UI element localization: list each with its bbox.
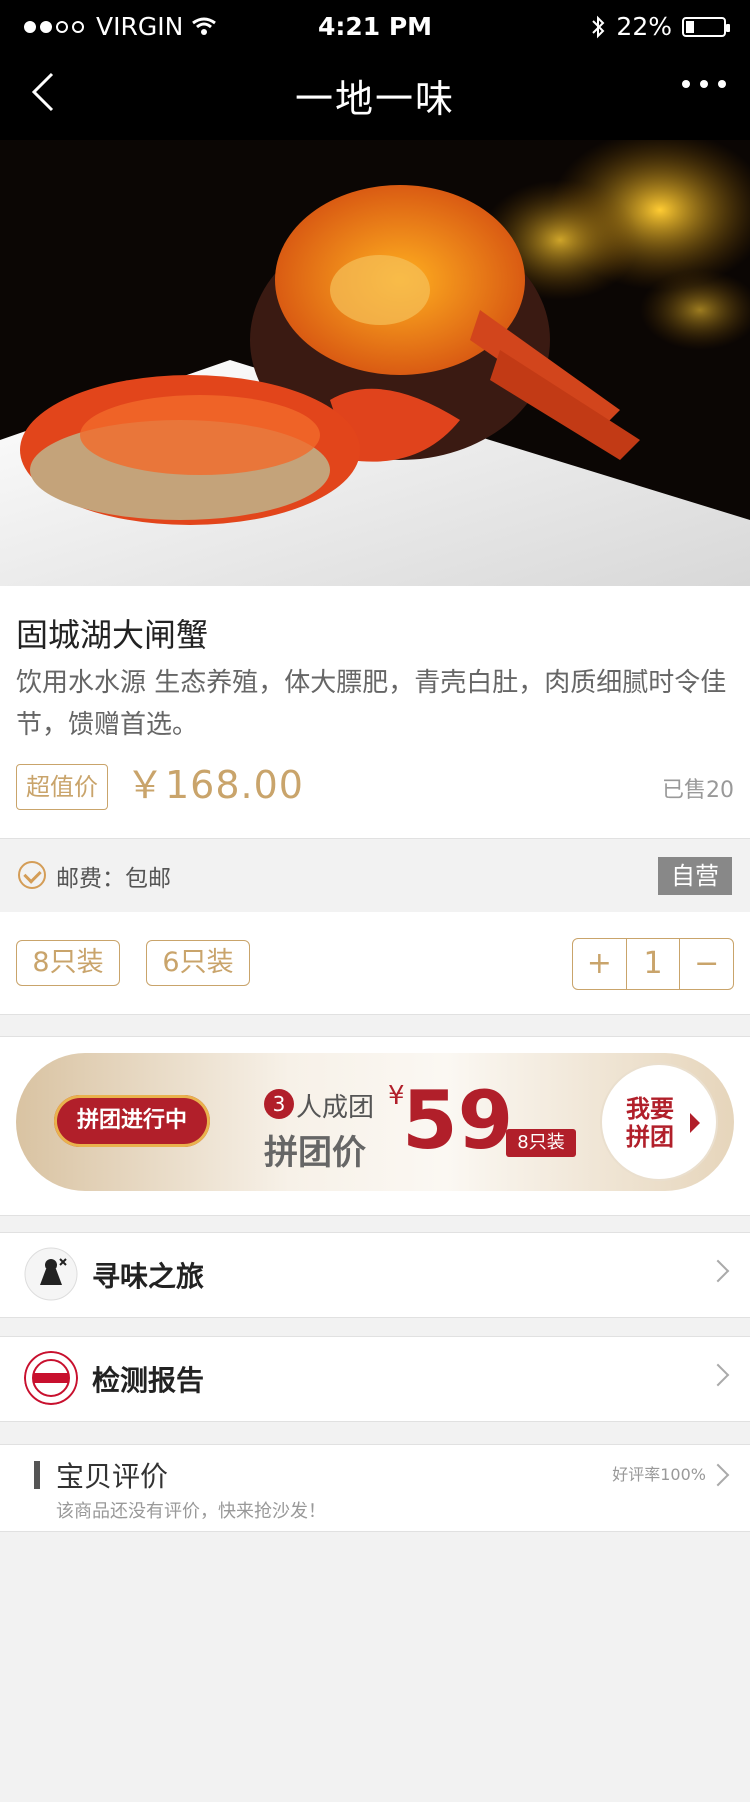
row-test-report[interactable]: 检测报告 <box>0 1336 750 1422</box>
product-price: ￥168.00 <box>126 763 304 807</box>
group-buy-banner[interactable]: 拼团进行中 3 人成团 拼团价 ¥ 59 8只装 我要拼团 <box>16 1053 734 1191</box>
status-bar: VIRGIN 4:21 PM 22% <box>0 0 750 52</box>
chevron-right-icon <box>706 1463 730 1487</box>
people-count-badge: 3 <box>264 1089 294 1119</box>
play-arrow-icon <box>690 1113 700 1133</box>
row-flavor-journey[interactable]: 寻味之旅 <box>0 1232 750 1318</box>
battery-icon <box>682 16 730 37</box>
group-buy-section: 拼团进行中 3 人成团 拼团价 ¥ 59 8只装 我要拼团 <box>0 1036 750 1216</box>
increment-button[interactable]: + <box>573 939 626 989</box>
chef-logo-icon <box>24 1247 78 1301</box>
reviews-title: 宝贝评价 <box>56 1460 169 1493</box>
shipping-row: 邮费：包邮 自营 <box>0 838 750 914</box>
positive-rate: 好评率100% <box>612 1465 706 1484</box>
check-circle-icon <box>18 861 46 889</box>
test-seal-icon <box>24 1351 78 1405</box>
quantity-value[interactable]: 1 <box>625 939 681 989</box>
row-label: 检测报告 <box>92 1364 205 1397</box>
group-pack-badge: 8只装 <box>506 1129 576 1157</box>
product-title: 固城湖大闸蟹 <box>16 616 209 654</box>
battery-group: 22% <box>590 12 730 41</box>
quantity-stepper: + 1 − <box>572 938 734 990</box>
more-dots-icon[interactable] <box>682 80 726 92</box>
product-description: 饮用水水源 生态养殖，体大膘肥，青壳白肚，肉质细腻时令佳节，馈赠首选。 <box>16 668 727 740</box>
self-operated-badge: 自营 <box>658 857 732 895</box>
product-hero-image <box>0 140 750 586</box>
join-group-label: 我要拼团 <box>626 1095 674 1151</box>
chevron-right-icon <box>706 1363 730 1387</box>
reviews-section[interactable]: 宝贝评价 该商品还没有评价，快来抢沙发！ 好评率100% <box>0 1444 750 1532</box>
chevron-right-icon <box>706 1259 730 1283</box>
group-price-label: 拼团价 <box>264 1133 366 1173</box>
top-bar: VIRGIN 4:21 PM 22% 一地一味 <box>0 0 750 140</box>
product-info: 固城湖大闸蟹 饮用水水源 生态养殖，体大膘肥，青壳白肚，肉质细腻时令佳节，馈赠首… <box>0 586 750 838</box>
group-status-pill: 拼团进行中 <box>54 1095 210 1147</box>
price-tag: 超值价 <box>16 764 108 810</box>
shipping-label: 邮费：包邮 <box>56 866 171 892</box>
section-marker <box>34 1461 40 1489</box>
battery-percent: 22% <box>616 12 672 41</box>
decrement-button[interactable]: − <box>680 939 733 989</box>
package-options: 8只装 6只装 + 1 − <box>0 912 750 1015</box>
option-6-pack[interactable]: 6只装 <box>146 940 250 986</box>
sold-count: 已售20 <box>662 778 734 803</box>
option-8-pack[interactable]: 8只装 <box>16 940 120 986</box>
people-text: 人成团 <box>296 1093 375 1123</box>
join-group-button[interactable]: 我要拼团 <box>600 1063 718 1181</box>
page-title: 一地一味 <box>294 77 455 121</box>
row-label: 寻味之旅 <box>92 1260 205 1293</box>
group-price: 59 <box>402 1074 514 1167</box>
bluetooth-icon <box>592 15 605 38</box>
reviews-empty-text: 该商品还没有评价，快来抢沙发！ <box>56 1501 326 1522</box>
